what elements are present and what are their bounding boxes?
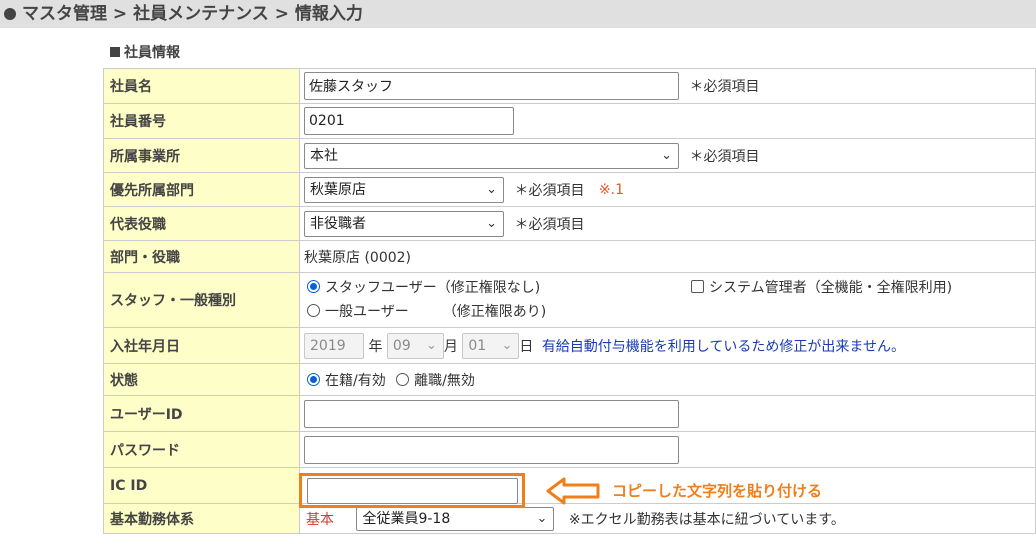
- employee-number-input[interactable]: [304, 107, 514, 135]
- hire-date-notice: 有給自動付与機能を利用しているため修正が出来ません。: [541, 338, 905, 355]
- chevron-down-icon: ⌄: [486, 181, 497, 197]
- form-row-role: 代表役職 非役職者 ⌄ ＊必須項目: [103, 206, 1036, 241]
- chevron-down-icon: ⌄: [661, 147, 672, 163]
- checkbox-icon: [691, 280, 704, 293]
- chevron-down-icon: ⌄: [426, 337, 437, 353]
- form-row-number: 社員番号: [103, 103, 1036, 139]
- chevron-down-icon: ⌄: [501, 337, 513, 353]
- required-mark: ＊必須項目: [689, 148, 760, 165]
- radio-staff-user[interactable]: スタッフユーザー（修正権限なし): [307, 280, 540, 296]
- form-row-name: 社員名 ＊必須項目: [103, 68, 1036, 104]
- work-system-note: ※エクセル勤務表は基本に紐づいています。: [568, 511, 845, 528]
- breadcrumb: マスタ管理 > 社員メンテナンス > 情報入力: [0, 0, 1036, 28]
- form-row-password: パスワード: [103, 431, 1036, 468]
- office-select[interactable]: 本社 ⌄: [304, 142, 679, 169]
- footnote-link[interactable]: ※.1: [599, 182, 624, 198]
- hire-year-field: 2019: [304, 332, 364, 359]
- role-select[interactable]: 非役職者 ⌄: [304, 210, 504, 237]
- dept-select[interactable]: 秋葉原店 ⌄: [304, 176, 504, 203]
- form-row-staff-type: スタッフ・一般種別 スタッフユーザー（修正権限なし) システム管理者（全機能・全…: [103, 272, 1036, 328]
- ic-id-input[interactable]: [307, 478, 518, 504]
- square-bullet-icon: [110, 47, 120, 57]
- radio-button-selected-icon: [307, 372, 320, 386]
- bullet-icon: [4, 8, 16, 20]
- hire-day-select: 01 ⌄: [462, 332, 520, 359]
- form-row-dept: 優先所属部門 秋葉原店 ⌄ ＊必須項目 ※.1: [103, 172, 1036, 207]
- radio-button-icon: [307, 304, 320, 317]
- field-label: 所属事業所: [103, 138, 300, 173]
- breadcrumb-current: 情報入力: [294, 4, 363, 24]
- form-row-user-id: ユーザーID: [103, 395, 1036, 432]
- field-label: 基本勤務体系: [103, 503, 300, 534]
- form-row-hire-date: 入社年月日 2019 年 09 ⌄ 月 01 ⌄ 日 有給自動付与機能を利用しているため…: [103, 327, 1036, 364]
- field-label: IC ID: [103, 467, 300, 504]
- breadcrumb-item[interactable]: 社員メンテナンス: [133, 4, 269, 24]
- user-id-input[interactable]: [304, 399, 679, 428]
- radio-status-active[interactable]: 在籍/有効: [307, 372, 386, 389]
- chevron-down-icon: ⌄: [486, 215, 497, 231]
- form-row-dept-role: 部門・役職 秋葉原店 (0002): [103, 240, 1036, 273]
- form-row-work-system: 基本勤務体系 基本 全従業員9-18 ⌄ ※エクセル勤務表は基本に紐づいています。: [103, 503, 1036, 534]
- field-label: 社員名: [103, 68, 300, 104]
- employee-form: 社員名 ＊必須項目 社員番号 所属事業所 本社⌄ ＊必須項目 優先所属部門 秋葉…: [103, 68, 1036, 534]
- password-input[interactable]: [304, 435, 679, 464]
- radio-button-selected-icon: [307, 280, 320, 293]
- work-system-tag: 基本: [306, 511, 334, 528]
- left-arrow-icon: [546, 477, 600, 505]
- field-label: 代表役職: [103, 206, 300, 241]
- breadcrumb-item[interactable]: マスタ管理: [22, 4, 107, 24]
- breadcrumb-separator: >: [112, 4, 128, 24]
- field-label: 部門・役職: [103, 240, 300, 273]
- field-label: パスワード: [103, 431, 300, 468]
- required-mark: ＊必須項目: [514, 216, 585, 233]
- dept-role-value: 秋葉原店 (0002): [299, 240, 1036, 273]
- work-system-select[interactable]: 全従業員9-18 ⌄: [356, 506, 555, 531]
- field-label: 社員番号: [103, 103, 300, 139]
- hire-month-select: 09 ⌄: [386, 332, 444, 359]
- field-label: スタッフ・一般種別: [103, 272, 300, 328]
- radio-button-icon: [396, 372, 410, 386]
- field-label: 入社年月日: [103, 327, 300, 364]
- employee-name-input[interactable]: [304, 72, 679, 100]
- chevron-down-icon: ⌄: [536, 510, 548, 526]
- radio-general-user[interactable]: 一般ユーザー （修正権限あり): [307, 304, 546, 320]
- field-label: 優先所属部門: [103, 172, 300, 207]
- section-title: 社員情報: [110, 42, 180, 62]
- field-label: ユーザーID: [103, 395, 300, 432]
- form-row-status: 状態 在籍/有効 離職/無効: [103, 363, 1036, 396]
- breadcrumb-separator: >: [274, 4, 289, 24]
- required-mark: ＊必須項目: [689, 79, 760, 95]
- form-row-office: 所属事業所 本社 ⌄ ＊必須項目: [103, 138, 1036, 173]
- radio-status-inactive[interactable]: 離職/無効: [396, 372, 475, 389]
- field-label: 状態: [103, 363, 300, 396]
- paste-instruction-annotation: コピーした文字列を貼り付ける: [612, 482, 823, 500]
- required-mark: ＊必須項目: [514, 182, 585, 199]
- checkbox-system-admin[interactable]: システム管理者（全機能・全権限利用): [691, 276, 952, 300]
